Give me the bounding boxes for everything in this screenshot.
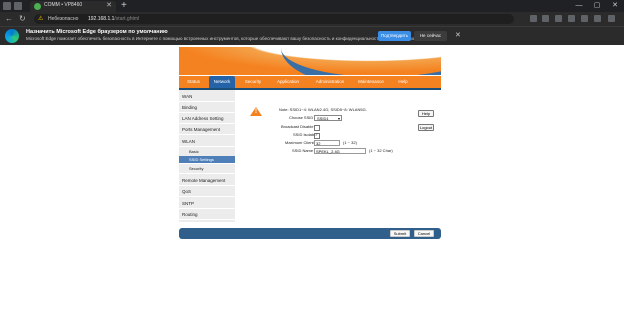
ssid-name-hint: (1 ~ 32 Char) — [369, 148, 393, 153]
logout-button[interactable]: Logout — [418, 124, 434, 131]
collections-icon[interactable] — [568, 15, 575, 22]
warning-mark: ! — [255, 109, 257, 115]
menu-status[interactable]: Status — [181, 76, 206, 88]
ssid-isolate-label: SSID Isolate — [293, 132, 316, 137]
split-screen-icon[interactable] — [555, 15, 562, 22]
menu-maintenance[interactable]: Maintenance — [354, 76, 388, 88]
choose-ssid-select[interactable]: SSID1 ▾ — [314, 115, 342, 121]
tab-favicon-icon — [34, 3, 41, 10]
tab-close-icon[interactable]: ✕ — [106, 1, 112, 11]
browser-titlebar: COMM • VP8460 ✕ + — ▢ ✕ — [0, 0, 624, 12]
reload-button[interactable]: ↻ — [19, 13, 26, 25]
default-browser-banner: Назначить Microsoft Edge браузером по ум… — [0, 26, 624, 46]
ssid-note: Note: SSID1~4: WLAN2.4G; SSID5~8: WLAN5G… — [279, 107, 367, 112]
banner-close-icon[interactable]: ✕ — [455, 31, 461, 41]
close-window-button[interactable]: ✕ — [606, 0, 624, 12]
workspaces-icon[interactable] — [14, 2, 22, 10]
url-path: /start.ghtml — [114, 16, 140, 22]
max-clients-label: Maximum Clients — [285, 140, 316, 145]
menu-network[interactable]: Network — [209, 76, 235, 88]
not-now-button[interactable]: Не сейчас — [414, 31, 447, 41]
tab-title: COMM • VP8460 — [44, 2, 83, 8]
banner-title: Назначить Microsoft Edge браузером по ум… — [26, 29, 168, 35]
browser-menu-icon[interactable] — [3, 2, 11, 10]
choose-ssid-value: SSID1 — [317, 116, 329, 121]
url-field[interactable]: ⚠ Небезопасно 192.168.1.1/start.ghtml — [34, 14, 514, 24]
back-button[interactable]: ← — [5, 13, 13, 25]
sidebar-item-wan[interactable]: WAN — [179, 92, 235, 102]
help-button[interactable]: Help — [418, 110, 434, 117]
sidebar-item-lan-address[interactable]: LAN Address Setting — [179, 114, 235, 124]
submit-button[interactable]: Submit — [390, 230, 410, 237]
cancel-button[interactable]: Cancel — [414, 230, 434, 237]
choose-ssid-label: Choose SSID — [289, 115, 314, 120]
max-clients-input[interactable]: 32 — [314, 140, 340, 146]
ssid-name-input[interactable]: SPEKL_2.4G — [314, 148, 366, 154]
settings-more-icon[interactable] — [608, 15, 615, 22]
edge-logo-icon — [5, 29, 19, 43]
browser-tab[interactable]: COMM • VP8460 ✕ — [30, 1, 116, 12]
banner-text: Microsoft Edge помогает обеспечить безоп… — [26, 36, 422, 41]
chevron-down-icon: ▾ — [337, 116, 340, 121]
not-secure-icon: ⚠ — [38, 16, 44, 22]
router-header-banner — [179, 47, 441, 75]
not-secure-label: Небезопасно — [48, 16, 79, 22]
sidebar: WAN Binding LAN Address Setting Ports Ma… — [179, 90, 235, 222]
broadcast-disable-checkbox[interactable] — [314, 125, 320, 131]
sidebar-item-routing[interactable]: Routing — [179, 210, 235, 220]
sidebar-item-remote-management[interactable]: Remote Management — [179, 176, 235, 186]
menu-security[interactable]: Security — [240, 76, 266, 88]
maximize-button[interactable]: ▢ — [588, 0, 606, 12]
menu-administration[interactable]: Administration — [310, 76, 350, 88]
address-bar-row: ← ↻ ⚠ Небезопасно 192.168.1.1/start.ghtm… — [0, 12, 624, 26]
sidebar-item-wlan[interactable]: WLAN — [179, 137, 235, 147]
menu-help[interactable]: Help — [392, 76, 414, 88]
ssid-name-label: SSID Name — [292, 148, 314, 153]
reader-icon[interactable] — [530, 15, 537, 22]
url-text: 192.168.1.1/start.ghtml — [88, 15, 139, 23]
ssid-isolate-checkbox[interactable] — [314, 132, 320, 139]
broadcast-disable-label: Broadcast Disable — [281, 124, 314, 129]
sidebar-item-qos[interactable]: QoS — [179, 187, 235, 197]
extensions-icon[interactable] — [581, 15, 588, 22]
menu-application[interactable]: Application — [272, 76, 304, 88]
footer-bar: Submit Cancel — [179, 228, 441, 239]
new-tab-button[interactable]: + — [121, 0, 127, 12]
profile-icon[interactable] — [594, 15, 601, 22]
sidebar-item-binding[interactable]: Binding — [179, 103, 235, 113]
sidebar-item-ports[interactable]: Ports Management — [179, 125, 235, 135]
favorites-icon[interactable] — [542, 15, 549, 22]
minimize-button[interactable]: — — [570, 0, 588, 12]
sidebar-item-sntp[interactable]: SNTP — [179, 199, 235, 209]
sidebar-item-ssid-settings[interactable]: SSID Settings — [179, 156, 235, 164]
main-menu: Status Network Security Application Admi… — [179, 76, 441, 90]
confirm-default-button[interactable]: Подтвердить — [378, 31, 411, 41]
header-blue-arc — [281, 47, 441, 75]
url-host: 192.168.1.1 — [88, 16, 115, 22]
max-clients-hint: (1 ~ 32) — [343, 140, 357, 145]
sidebar-item-security[interactable]: Security — [179, 164, 235, 174]
